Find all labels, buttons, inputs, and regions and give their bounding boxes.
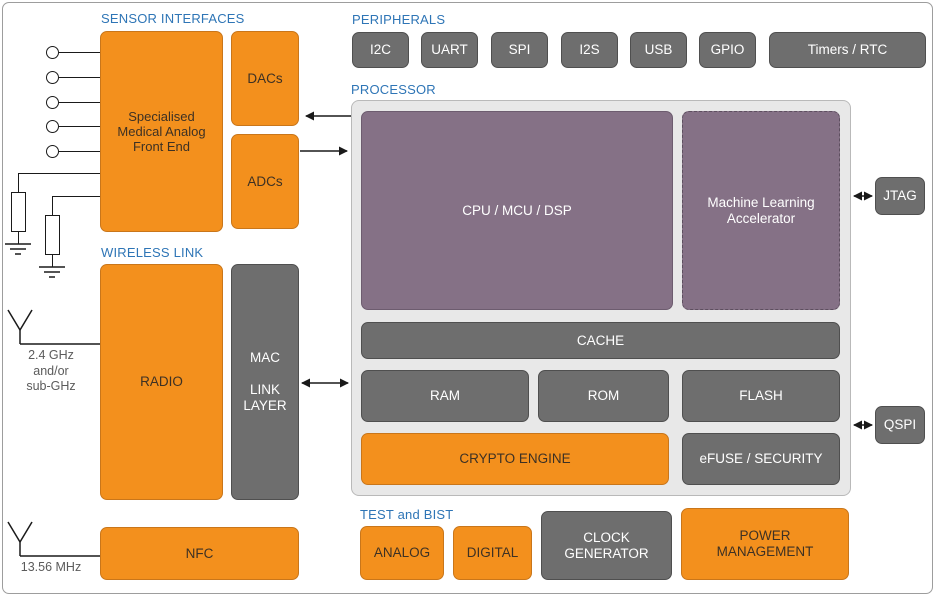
antenna-note-nfc: 13.56 MHz [20,560,82,574]
peripheral-i2c[interactable]: I2C [352,32,409,68]
block-nfc[interactable]: NFC [100,527,299,580]
block-label: CLOCK GENERATOR [564,529,649,561]
sensor-pad-wire [59,151,101,153]
block-label: RAM [430,388,460,404]
block-clock-generator[interactable]: CLOCK GENERATOR [541,511,672,580]
block-test-analog[interactable]: ANALOG [360,526,444,580]
diagram-canvas: SENSOR INTERFACES PERIPHERALS PROCESSOR … [0,0,939,599]
resistor-wire-drop [18,173,20,193]
resistor-wire-top [52,196,101,198]
peripheral-usb[interactable]: USB [630,32,687,68]
block-radio[interactable]: RADIO [100,264,223,500]
resistor-wire-bottom [18,232,20,244]
block-ram[interactable]: RAM [361,370,529,422]
block-machine-learning-accelerator[interactable]: Machine Learning Accelerator [682,111,840,310]
block-label: GPIO [710,42,745,58]
block-label: Machine Learning Accelerator [707,194,815,226]
block-label: Specialised Medical Analog Front End [117,108,206,155]
block-label: USB [644,42,673,58]
resistor-wire-top [18,173,101,175]
peripheral-timers-rtc[interactable]: Timers / RTC [769,32,926,68]
section-label-test-and-bist: TEST and BIST [360,507,454,522]
block-rom[interactable]: ROM [538,370,669,422]
block-label: MAC LINK LAYER [243,350,287,413]
section-label-peripherals: PERIPHERALS [352,12,446,27]
block-label: CRYPTO ENGINE [459,451,571,467]
section-label-sensor-interfaces: SENSOR INTERFACES [101,11,245,26]
block-label: FLASH [739,388,783,404]
block-label: I2C [369,42,391,58]
block-qspi[interactable]: QSPI [875,406,925,444]
section-label-wireless-link: WIRELESS LINK [101,245,204,260]
peripheral-i2s[interactable]: I2S [561,32,618,68]
block-cache[interactable]: CACHE [361,322,840,359]
block-label: CACHE [576,332,625,348]
sensor-pad-wire [59,52,101,54]
block-label: QSPI [883,417,917,433]
sensor-pad [46,71,59,84]
block-test-digital[interactable]: DIGITAL [453,526,532,580]
block-crypto-engine[interactable]: CRYPTO ENGINE [361,433,669,485]
block-label: ROM [587,388,620,404]
peripheral-gpio[interactable]: GPIO [699,32,756,68]
block-dacs[interactable]: DACs [231,31,299,126]
block-power-management[interactable]: POWER MANAGEMENT [681,508,849,580]
sensor-pad [46,145,59,158]
antenna-note-wireless: 2.4 GHz and/or sub-GHz [26,348,76,394]
sensor-pad [46,46,59,59]
block-cpu-mcu-dsp[interactable]: CPU / MCU / DSP [361,111,673,310]
block-label: RADIO [140,374,183,390]
sensor-pad-wire [59,102,101,104]
block-mac-link-layer[interactable]: MAC LINK LAYER [231,264,299,500]
block-flash[interactable]: FLASH [682,370,840,422]
block-label: I2S [579,42,600,58]
block-label: UART [431,42,468,58]
block-label: POWER MANAGEMENT [716,528,814,559]
block-analog-front-end[interactable]: Specialised Medical Analog Front End [100,31,223,232]
block-label: JTAG [883,188,917,204]
sensor-pad-wire [59,126,101,128]
section-label-processor: PROCESSOR [351,82,436,97]
resistor-wire-bottom [52,255,54,267]
peripheral-uart[interactable]: UART [421,32,478,68]
block-jtag[interactable]: JTAG [875,177,925,215]
block-label: eFUSE / SECURITY [699,451,823,467]
sensor-pad-wire [59,77,101,79]
peripheral-spi[interactable]: SPI [491,32,548,68]
sensor-pad [46,120,59,133]
block-label: DIGITAL [466,545,519,561]
resistor-symbol [45,215,60,255]
block-label: ADCs [247,173,283,189]
block-label: Timers / RTC [807,42,888,58]
block-label: SPI [508,42,531,58]
block-label: DACs [247,70,283,86]
block-adcs[interactable]: ADCs [231,134,299,229]
block-label: CPU / MCU / DSP [462,202,572,218]
sensor-pad [46,96,59,109]
block-efuse-security[interactable]: eFUSE / SECURITY [682,433,840,485]
resistor-symbol [11,192,26,232]
block-label: ANALOG [373,545,431,561]
block-label: NFC [185,545,214,561]
resistor-wire-drop [52,196,54,216]
